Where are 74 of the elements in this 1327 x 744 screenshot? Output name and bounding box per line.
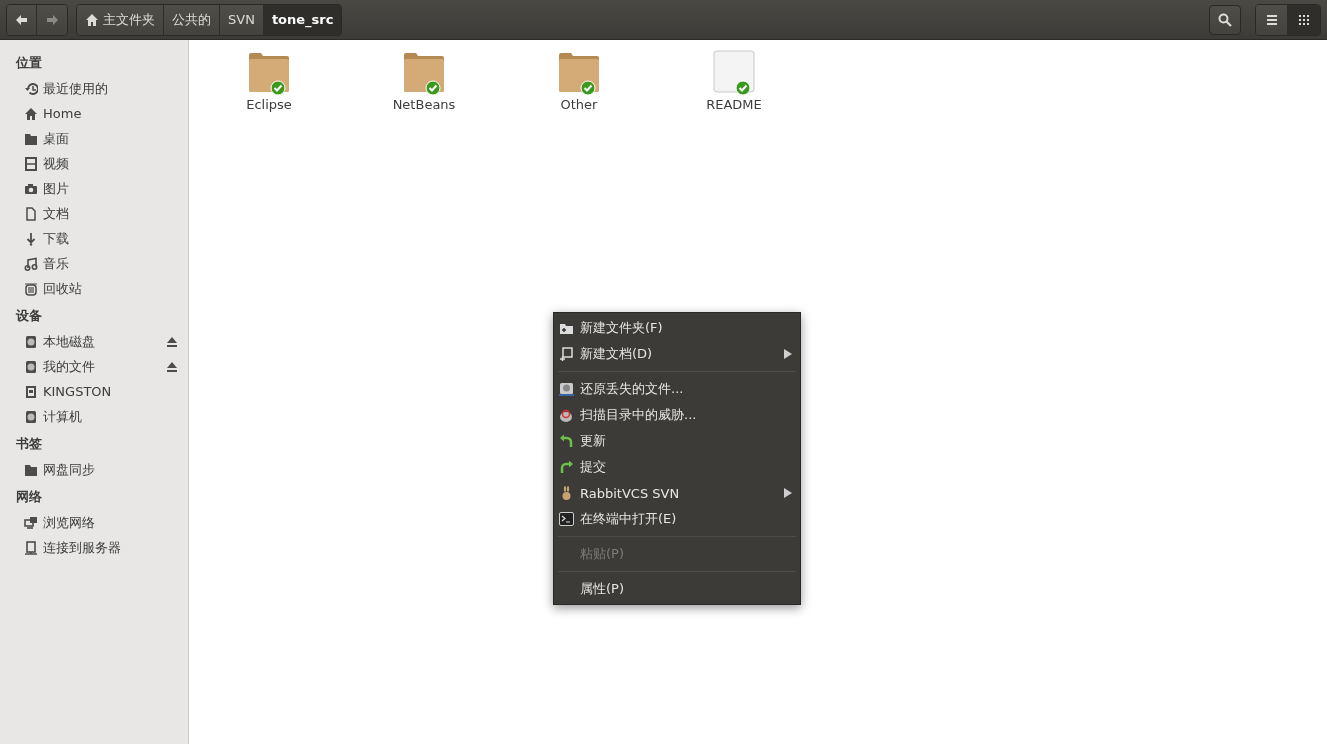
sidebar-item[interactable]: 下载	[0, 226, 188, 251]
menu-item[interactable]: 扫描目录中的威胁...	[554, 402, 800, 428]
redo-arrow-icon	[559, 460, 574, 474]
folder-icon	[24, 462, 38, 477]
sidebar-item[interactable]: 图片	[0, 176, 188, 201]
sidebar-item[interactable]: 本地磁盘	[0, 329, 188, 354]
file-item[interactable]: Eclipse	[239, 50, 394, 112]
undo-arrow-icon	[559, 434, 574, 448]
download-icon	[24, 231, 38, 246]
folder-checked-icon	[247, 50, 291, 96]
path-button[interactable]: tone_src	[263, 4, 342, 35]
clock-drive-icon	[559, 382, 574, 396]
back-arrow-icon	[15, 13, 28, 26]
sidebar-item[interactable]: 计算机	[0, 404, 188, 429]
path-button[interactable]: SVN	[220, 4, 264, 35]
file-item[interactable]: Other	[549, 50, 704, 112]
list-view-icon	[1265, 13, 1278, 26]
sidebar-item[interactable]: 回收站	[0, 276, 188, 301]
path-button[interactable]: 公共的	[164, 4, 220, 35]
sidebar-item[interactable]: 浏览网络	[0, 510, 188, 535]
section-heading: 位置	[14, 54, 43, 72]
folder-checked-icon	[402, 50, 446, 96]
drive-icon	[24, 334, 38, 349]
music-icon	[24, 256, 38, 271]
menu-item[interactable]: 提交	[554, 454, 800, 480]
camera-icon	[24, 181, 38, 196]
sidebar-item[interactable]: 音乐	[0, 251, 188, 276]
section-heading: 书签	[15, 435, 43, 453]
sidebar-item[interactable]: Home	[0, 101, 188, 126]
section-heading: 设备	[15, 307, 43, 325]
sidebar-item[interactable]: 文档	[0, 201, 188, 226]
menu-item[interactable]: 新建文件夹(F)	[554, 315, 800, 341]
sidebar-item[interactable]: 连接到服务器	[0, 535, 188, 560]
forward-arrow-icon	[45, 13, 59, 26]
menu-item[interactable]: 属性(P)	[554, 576, 800, 602]
path-button[interactable]: 主文件夹	[77, 4, 164, 35]
sidebar-item[interactable]: 我的文件	[0, 354, 188, 379]
folder-icon	[24, 131, 38, 146]
search-icon	[1218, 12, 1232, 27]
back-button[interactable]	[7, 4, 37, 35]
film-icon	[24, 156, 38, 171]
server-icon	[24, 540, 38, 555]
section-heading: 网络	[15, 488, 43, 506]
file-item[interactable]: README	[704, 50, 859, 112]
terminal-icon	[559, 512, 574, 526]
sidebar-item[interactable]: 桌面	[0, 126, 188, 151]
drive-icon	[24, 359, 38, 374]
menu-item[interactable]: 还原丢失的文件...	[554, 376, 800, 402]
grid-view-button[interactable]	[1288, 4, 1320, 35]
search-button[interactable]	[1209, 4, 1241, 35]
menu-item[interactable]: 新建文档(D)	[554, 341, 800, 367]
sidebar-item[interactable]: 网盘同步	[0, 457, 188, 482]
document-plus-icon	[559, 347, 574, 361]
home-icon	[24, 106, 38, 121]
document-icon	[24, 206, 38, 221]
sidebar-item[interactable]: KINGSTON	[0, 379, 188, 404]
usb-drive-icon	[24, 384, 38, 399]
grid-view-icon	[1298, 13, 1310, 26]
history-icon	[24, 81, 38, 96]
scan-target-icon	[559, 408, 574, 422]
menu-item[interactable]: RabbitVCS SVN	[554, 480, 800, 506]
menu-item[interactable]: 更新	[554, 428, 800, 454]
trash-icon	[24, 281, 38, 296]
sidebar-item[interactable]: 视频	[0, 151, 188, 176]
home-icon	[85, 12, 99, 27]
file-item[interactable]: NetBeans	[394, 50, 549, 112]
menu-item[interactable]: 在终端中打开(E)	[554, 506, 800, 532]
list-view-button[interactable]	[1256, 4, 1288, 35]
file-checked-icon	[712, 50, 756, 96]
folder-checked-icon	[557, 50, 601, 96]
sidebar-item[interactable]: 最近使用的	[0, 76, 188, 101]
folder-plus-icon	[559, 321, 574, 335]
network-icon	[24, 515, 38, 530]
drive-icon	[24, 409, 38, 424]
